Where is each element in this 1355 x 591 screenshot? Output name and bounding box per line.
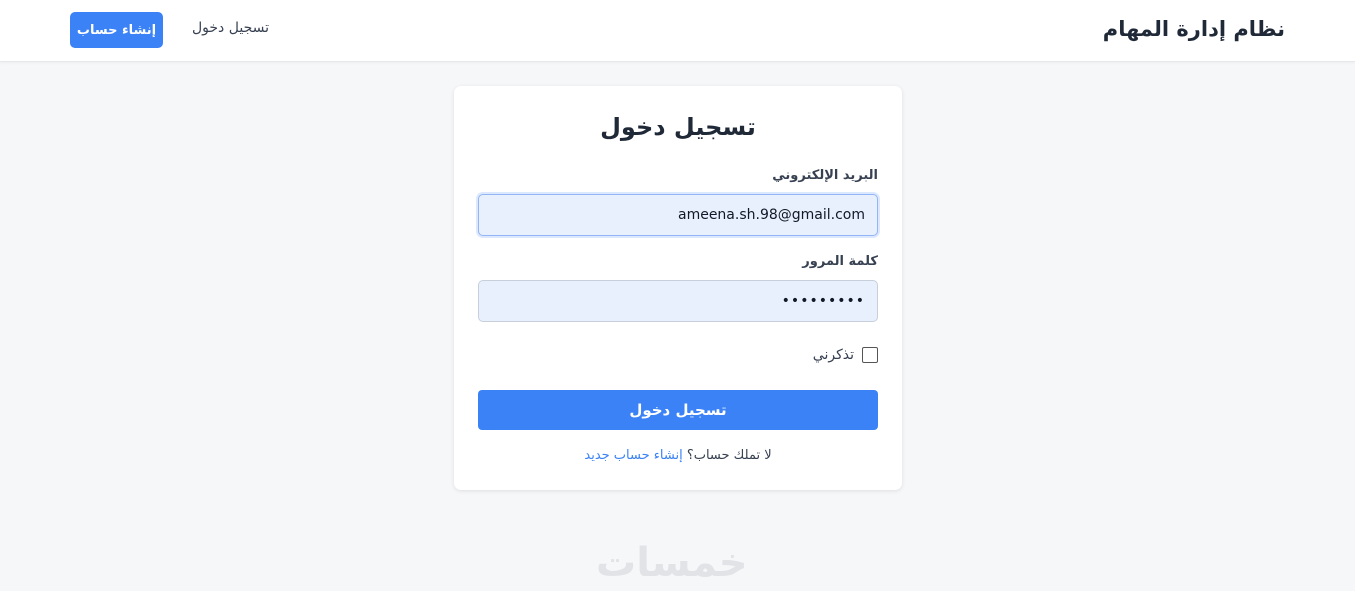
app-brand-title: نظام إدارة المهام [1102,17,1285,41]
signup-link[interactable]: إنشاء حساب جديد [584,448,682,463]
no-account-text: لا تملك حساب؟ [682,448,772,463]
nav-signup-button[interactable]: إنشاء حساب [70,12,163,48]
remember-me-row: تذكرني [813,347,878,363]
signup-prompt: لا تملك حساب؟ إنشاء حساب جديد [454,448,902,463]
top-navbar: نظام إدارة المهام تسجيل دخول إنشاء حساب [0,0,1355,62]
remember-me-label: تذكرني [812,347,854,363]
login-submit-button[interactable]: تسجيل دخول [478,390,878,430]
login-card: تسجيل دخول البريد الإلكتروني كلمة المرور… [454,86,902,490]
nav-login-link[interactable]: تسجيل دخول [192,20,269,36]
watermark-logo: خمسات [596,540,748,586]
remember-me-checkbox[interactable] [862,347,878,363]
page-title: تسجيل دخول [600,113,756,141]
email-field[interactable] [478,194,878,236]
password-label: كلمة المرور [802,254,878,269]
password-field[interactable] [478,280,878,322]
email-label: البريد الإلكتروني [772,168,878,183]
